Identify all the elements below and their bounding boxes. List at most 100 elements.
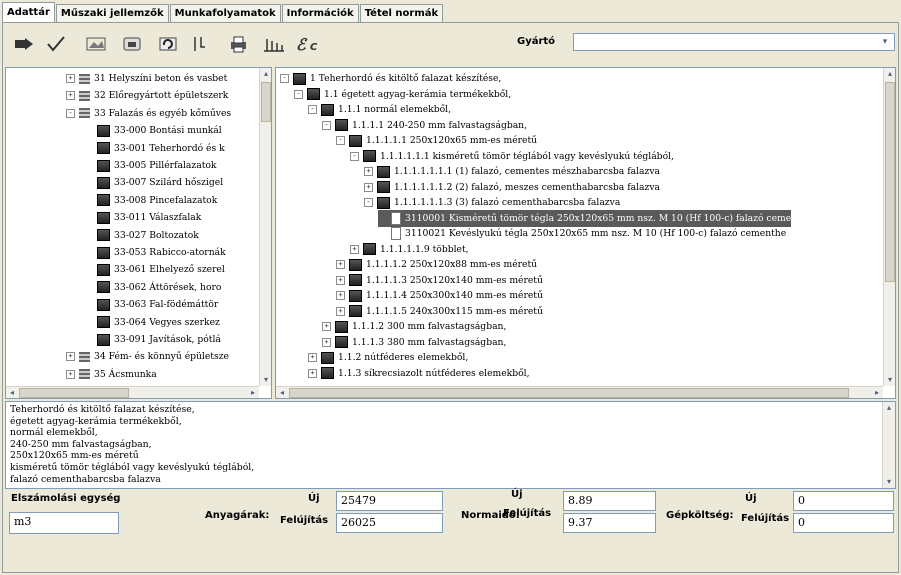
tree-node[interactable]: - 1.1.1.1.1.1.3 (3) falazó cementhabarcsb… — [364, 194, 620, 211]
expand-icon[interactable]: + — [336, 260, 345, 269]
chart-icon[interactable] — [261, 32, 287, 56]
tree-node[interactable]: 33-061 Elhelyező szerel — [84, 261, 225, 278]
tree-node[interactable]: - 1.1.1 normál elemekből, — [308, 101, 451, 118]
tree-node[interactable]: - 1.1.1.1 240-250 mm falvastagságban, — [322, 117, 527, 134]
gep-uj-field[interactable]: 0 — [793, 491, 894, 511]
print-icon[interactable] — [225, 32, 251, 56]
tree-node[interactable]: 33-027 Boltozatok — [84, 227, 199, 244]
elszamolasi-field[interactable]: m3 — [9, 512, 119, 534]
expand-icon[interactable]: + — [308, 353, 317, 362]
tree-node[interactable]: - 33 Falazás és egyéb kőműves — [66, 105, 231, 122]
scroll-right-icon[interactable]: ▸ — [247, 387, 259, 398]
tree-node[interactable]: 33-091 Javítások, pótlá — [84, 331, 221, 348]
scroll-up-icon[interactable]: ▴ — [884, 68, 895, 80]
tree-node[interactable]: 33-001 Teherhordó és k — [84, 140, 225, 157]
scroll-up-icon[interactable]: ▴ — [883, 402, 895, 414]
tree-node[interactable]: +1.1.1.1.1.1.1 (1) falazó, cementes mész… — [364, 163, 660, 180]
tree-node[interactable]: +31 Helyszíni beton és vasbet — [66, 70, 227, 87]
scroll-thumb[interactable] — [19, 388, 129, 398]
left-horizontal-scrollbar[interactable]: ◂ ▸ — [6, 386, 259, 398]
collapse-icon[interactable]: - — [308, 105, 317, 114]
scroll-down-icon[interactable]: ▾ — [260, 374, 271, 386]
right-tree-pane[interactable]: -1 Teherhordó és kitöltő falazat készíté… — [275, 67, 896, 399]
expand-icon[interactable]: + — [322, 322, 331, 331]
scroll-thumb[interactable] — [261, 82, 271, 122]
collapse-icon[interactable]: - — [66, 108, 75, 118]
check-icon[interactable] — [43, 32, 69, 56]
gep-felujitas-field[interactable]: 0 — [793, 513, 894, 533]
left-vertical-scrollbar[interactable]: ▴ ▾ — [259, 68, 271, 386]
scroll-right-icon[interactable]: ▸ — [871, 387, 883, 398]
scroll-thumb[interactable] — [885, 82, 895, 282]
expand-icon[interactable]: + — [66, 369, 75, 379]
tree-node[interactable]: +1.1.1.1.5 240x300x115 mm-es méretű — [336, 303, 543, 320]
anyag-uj-field[interactable]: 25479 — [336, 491, 443, 511]
tree-node[interactable]: 33-011 Válaszfalak — [84, 209, 201, 226]
gyarto-select[interactable]: ▾ — [573, 33, 895, 51]
collapse-icon[interactable]: - — [350, 151, 359, 161]
tree-node[interactable]: 33-063 Fal-födémáttör — [84, 296, 218, 313]
left-tree-pane[interactable]: +31 Helyszíni beton és vasbet +32 Előregy… — [5, 67, 272, 399]
expand-icon[interactable]: + — [336, 275, 345, 285]
tree-node[interactable]: +1.1.1.1.1.1.2 (2) falazó, meszes cement… — [364, 179, 660, 196]
right-horizontal-scrollbar[interactable]: ◂ ▸ — [276, 386, 883, 398]
tree-node[interactable]: - 1.1.1.1.1 250x120x65 mm-es méretű — [336, 132, 537, 149]
collapse-icon[interactable]: - — [322, 120, 331, 130]
tree-node[interactable]: - 1.1.1.1.1.1 kisméretű tömör téglából va… — [350, 148, 674, 165]
tree-node[interactable]: 33-005 Pillérfalazatok — [84, 157, 216, 174]
tab-adattar[interactable]: Adattár — [2, 2, 55, 22]
scroll-left-icon[interactable]: ◂ — [276, 387, 288, 398]
tree-node[interactable]: 33-000 Bontási munkál — [84, 122, 222, 139]
scroll-thumb[interactable] — [289, 388, 849, 398]
tree-node[interactable]: +35 Ácsmunka — [66, 366, 157, 383]
collapse-icon[interactable]: - — [294, 89, 303, 99]
tree-node[interactable]: +1.1.1.1.1.9 többlet, — [350, 241, 469, 258]
scroll-down-icon[interactable]: ▾ — [884, 374, 895, 386]
filter-icon[interactable] — [187, 32, 213, 56]
tree-node[interactable]: 33-007 Szilárd hőszigel — [84, 174, 223, 191]
expand-icon[interactable]: + — [336, 306, 345, 316]
scroll-up-icon[interactable]: ▴ — [260, 68, 271, 80]
tree-node[interactable]: 33-062 Áttörések, horo — [84, 279, 221, 296]
expand-icon[interactable]: + — [308, 368, 317, 378]
collapse-icon[interactable]: - — [364, 198, 373, 207]
expand-icon[interactable]: + — [350, 244, 359, 254]
norma-uj-field[interactable]: 8.89 — [563, 491, 656, 511]
scroll-down-icon[interactable]: ▾ — [883, 476, 895, 488]
tree-node[interactable]: 3110001 Kisméretű tömör tégla 250x120x65… — [378, 209, 792, 227]
expand-icon[interactable]: + — [364, 182, 373, 192]
anyag-felujitas-field[interactable]: 26025 — [336, 513, 443, 533]
import-icon[interactable] — [11, 32, 37, 56]
expand-icon[interactable]: + — [322, 337, 331, 347]
tree-node[interactable]: 3110021 Kevéslyukú tégla 250x120x65 mm n… — [378, 225, 786, 242]
tab-muszaki-jellemzok[interactable]: Műszaki jellemzők — [55, 4, 169, 22]
norma-felujitas-field[interactable]: 9.37 — [563, 513, 656, 533]
expand-icon[interactable]: + — [66, 74, 75, 83]
tree-node[interactable]: +1.1.1.1.3 250x120x140 mm-es méretű — [336, 272, 543, 289]
undo-icon[interactable] — [155, 32, 181, 56]
tree-node[interactable]: - 1 Teherhordó és kitöltő falazat készíté… — [280, 70, 501, 87]
tree-node[interactable]: 33-008 Pincefalazatok — [84, 192, 217, 209]
tree-node[interactable]: 33-053 Rabicco-atornák — [84, 244, 226, 261]
chevron-down-icon[interactable]: ▾ — [878, 35, 892, 49]
tree-node[interactable]: - 1.1 égetett agyag-kerámia termékekből, — [294, 86, 511, 103]
tab-informaciok[interactable]: Információk — [281, 4, 359, 22]
expand-icon[interactable]: + — [336, 291, 345, 300]
collapse-icon[interactable]: - — [280, 74, 289, 83]
ec-icon[interactable]: ℰC — [295, 32, 321, 56]
tree-node[interactable]: +1.1.1.2 300 mm falvastagságban, — [322, 318, 506, 335]
tree-node[interactable]: +1.1.2 nútféderes elemekből, — [308, 349, 468, 366]
expand-icon[interactable]: + — [364, 167, 373, 176]
tree-node[interactable]: +32 Előregyártott épületszerk — [66, 87, 228, 104]
tree-node[interactable]: +1.1.1.1.2 250x120x88 mm-es méretű — [336, 256, 537, 273]
image-icon[interactable] — [83, 32, 109, 56]
tree-node[interactable]: 33-064 Vegyes szerkez — [84, 314, 220, 331]
expand-icon[interactable]: + — [66, 352, 75, 362]
collapse-icon[interactable]: - — [336, 136, 345, 145]
tree-node[interactable]: +1.1.1.3 380 mm falvastagságban, — [322, 334, 506, 351]
tree-node[interactable]: +1.1.1.1.4 250x300x140 mm-es méretű — [336, 287, 543, 304]
right-vertical-scrollbar[interactable]: ▴ ▾ — [883, 68, 895, 386]
box-icon[interactable] — [119, 32, 145, 56]
scroll-left-icon[interactable]: ◂ — [6, 387, 18, 398]
tab-munkafolyamatok[interactable]: Munkafolyamatok — [169, 4, 281, 22]
